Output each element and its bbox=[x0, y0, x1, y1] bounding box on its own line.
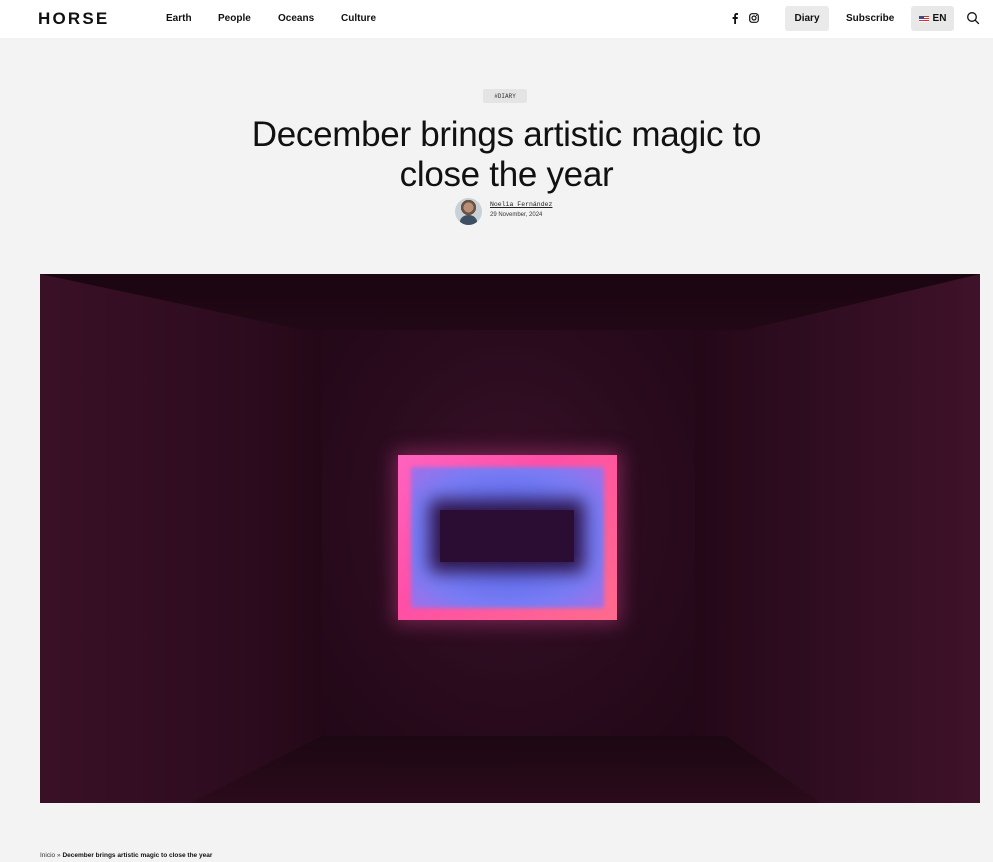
nav-culture[interactable]: Culture bbox=[341, 13, 376, 24]
light-installation-center bbox=[440, 510, 574, 562]
hero-image bbox=[40, 274, 980, 803]
category-tag[interactable]: #DIARY bbox=[483, 89, 527, 103]
instagram-icon[interactable] bbox=[747, 11, 761, 25]
breadcrumb-separator: » bbox=[57, 852, 61, 859]
us-flag-icon bbox=[918, 15, 929, 22]
site-logo[interactable]: HORSE bbox=[38, 9, 109, 29]
language-label: EN bbox=[932, 13, 947, 24]
site-header: HORSE Earth People Oceans Culture Diary … bbox=[0, 0, 993, 38]
facebook-icon[interactable] bbox=[728, 11, 742, 25]
breadcrumb: Inicio » December brings artistic magic … bbox=[40, 852, 212, 859]
publish-date: 29 November, 2024 bbox=[490, 212, 543, 218]
subscribe-button[interactable]: Subscribe bbox=[846, 13, 894, 24]
nav-oceans[interactable]: Oceans bbox=[278, 13, 314, 24]
author-name[interactable]: Noelia Fernández bbox=[490, 201, 552, 208]
breadcrumb-home[interactable]: Inicio bbox=[40, 852, 55, 859]
diary-button[interactable]: Diary bbox=[785, 6, 829, 31]
article-title: December brings artistic magic to close … bbox=[251, 115, 762, 194]
search-icon[interactable] bbox=[966, 11, 980, 25]
breadcrumb-current: December brings artistic magic to close … bbox=[62, 852, 213, 859]
language-button[interactable]: EN bbox=[911, 6, 954, 31]
nav-people[interactable]: People bbox=[218, 13, 251, 24]
nav-earth[interactable]: Earth bbox=[166, 13, 192, 24]
author-avatar[interactable] bbox=[455, 198, 482, 225]
